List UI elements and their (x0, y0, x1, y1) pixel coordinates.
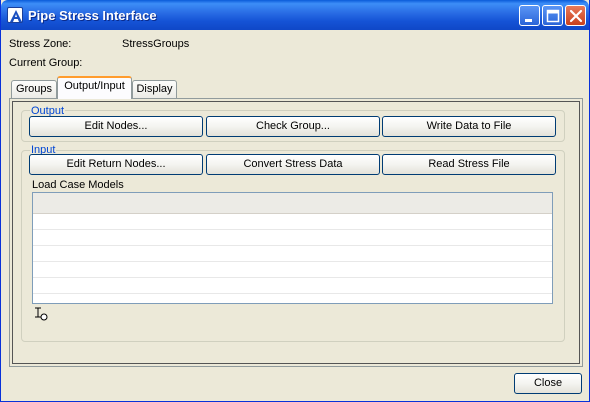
maximize-button[interactable] (542, 5, 563, 26)
tab-panel-output-input: Output Edit Nodes... Check Group... Writ… (9, 98, 583, 367)
tab-groups-label: Groups (15, 83, 53, 95)
edit-nodes-button[interactable]: Edit Nodes... (29, 116, 203, 137)
close-icon (569, 9, 583, 23)
tab-output-input-label: Output/Input (64, 80, 125, 92)
table-row[interactable] (33, 262, 552, 278)
close-button[interactable]: Close (514, 373, 582, 394)
current-group-label: Current Group: (9, 57, 83, 69)
close-window-button[interactable] (565, 5, 586, 26)
read-stress-file-button[interactable]: Read Stress File (382, 154, 556, 175)
text-cursor-busy-icon (34, 307, 48, 324)
write-data-to-file-button[interactable]: Write Data to File (382, 116, 556, 137)
tab-groups[interactable]: Groups (11, 80, 57, 98)
table-row[interactable] (33, 214, 552, 230)
app-icon (7, 7, 23, 23)
table-row[interactable] (33, 278, 552, 294)
pipe-stress-window: Pipe Stress Interface Stress Zone: Stres… (0, 0, 590, 402)
load-case-models-label: Load Case Models (32, 179, 124, 191)
tab-display-label: Display (136, 83, 173, 95)
minimize-button[interactable] (519, 5, 540, 26)
stress-zone-label: Stress Zone: (9, 38, 72, 50)
tab-output-input[interactable]: Output/Input (57, 76, 132, 99)
table-row[interactable] (33, 246, 552, 262)
convert-stress-data-button[interactable]: Convert Stress Data (206, 154, 380, 175)
stress-zone-value: StressGroups (122, 38, 190, 50)
minimize-icon (525, 19, 532, 22)
table-row[interactable] (33, 230, 552, 246)
window-title: Pipe Stress Interface (28, 8, 157, 23)
panel-inner-border: Output Edit Nodes... Check Group... Writ… (12, 101, 580, 364)
table-header (33, 193, 552, 214)
title-bar[interactable]: Pipe Stress Interface (1, 0, 589, 30)
check-group-button[interactable]: Check Group... (206, 116, 380, 137)
tab-display[interactable]: Display (132, 80, 177, 98)
edit-return-nodes-button[interactable]: Edit Return Nodes... (29, 154, 203, 175)
load-case-models-table[interactable] (32, 192, 553, 304)
